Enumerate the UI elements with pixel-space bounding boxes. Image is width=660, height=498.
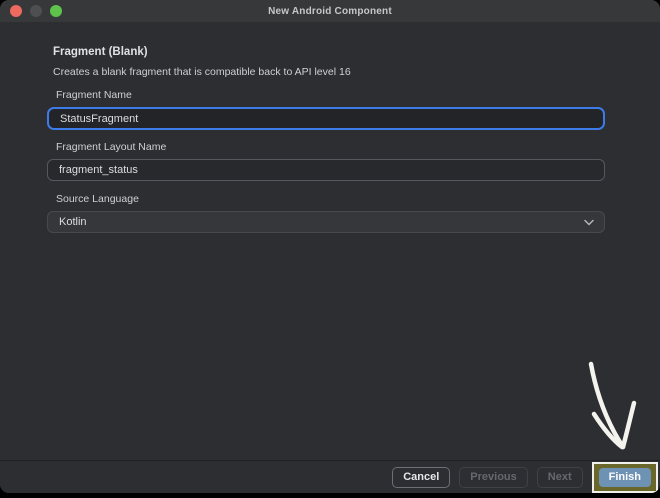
minimize-button[interactable] (30, 5, 42, 17)
source-language-value: Kotlin (59, 216, 87, 228)
source-language-label: Source Language (56, 193, 139, 205)
footer-bar: Cancel Previous Next Finish (0, 460, 660, 493)
traffic-lights (10, 5, 62, 17)
fragment-layout-name-label: Fragment Layout Name (56, 141, 166, 153)
fragment-name-label: Fragment Name (56, 89, 132, 101)
hand-drawn-arrow-annotation (553, 352, 660, 460)
title-bar: New Android Component (0, 0, 660, 22)
template-heading: Fragment (Blank) (53, 46, 148, 58)
previous-button[interactable]: Previous (459, 467, 527, 488)
dialog-content: Fragment (Blank) Creates a blank fragmen… (0, 22, 660, 460)
finish-button[interactable]: Finish (599, 468, 651, 487)
chevron-down-icon (584, 219, 594, 226)
template-description: Creates a blank fragment that is compati… (53, 66, 351, 78)
fragment-name-input[interactable] (47, 107, 605, 130)
window-title: New Android Component (268, 6, 392, 17)
next-button[interactable]: Next (537, 467, 583, 488)
zoom-button[interactable] (50, 5, 62, 17)
cancel-button[interactable]: Cancel (392, 467, 450, 488)
close-button[interactable] (10, 5, 22, 17)
finish-highlight-annotation: Finish (592, 462, 658, 493)
fragment-layout-name-input[interactable] (47, 159, 605, 181)
source-language-select[interactable]: Kotlin (47, 211, 605, 233)
dialog-window: New Android Component Fragment (Blank) C… (0, 0, 660, 493)
